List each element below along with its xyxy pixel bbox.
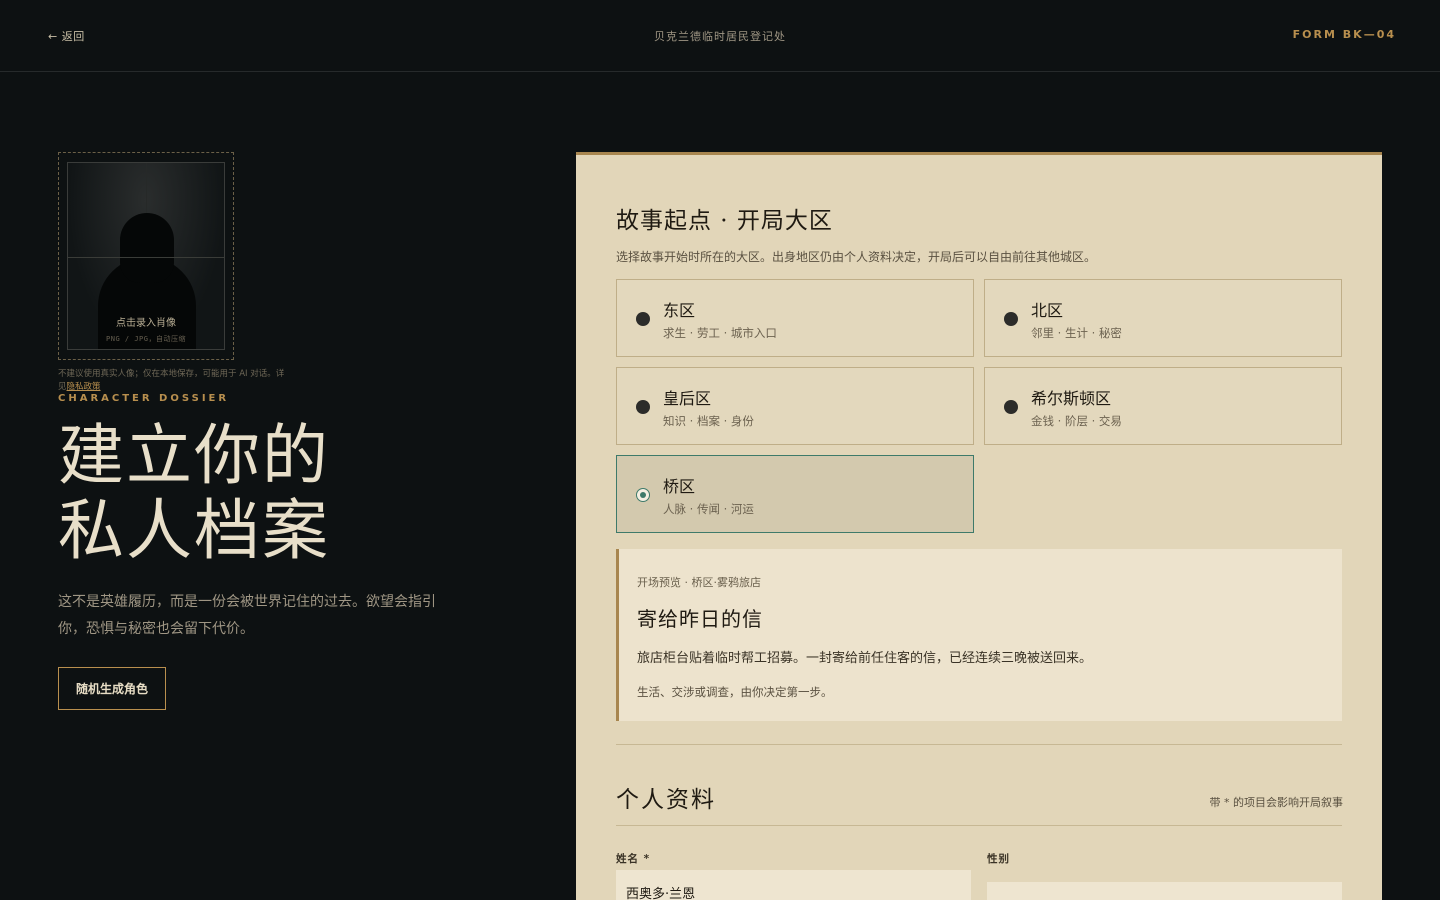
form-card: 故事起点 · 开局大区 选择故事开始时所在的大区。出身地区仍由个人资料决定，开局… [576,152,1382,900]
form-code: FORM BK—04 [1292,28,1396,41]
privacy-note: 不建议使用真实人像；仅在本地保存，可能用于 AI 对话。详见隐私政策 [58,368,290,394]
crop-guide-horizontal [68,257,224,258]
start-section-title: 故事起点 · 开局大区 [616,208,833,234]
page-title: 建立你的 私人档案 [58,418,478,568]
privacy-policy-link[interactable]: 隐私政策 [67,382,101,392]
district-name: 桥区 [663,477,696,496]
district-tags: 求生 · 劳工 · 城市入口 [663,326,777,340]
dossier-eyebrow: CHARACTER DOSSIER [58,393,230,404]
radio-icon[interactable] [1004,400,1018,414]
district-option-north[interactable]: 北区 邻里 · 生计 · 秘密 [984,279,1342,357]
top-bar: ← 返回 贝克兰德临时居民登记处 FORM BK—04 [0,0,1440,72]
gender-field-label: 性别 [987,853,1010,865]
district-name: 皇后区 [663,389,712,408]
random-character-button[interactable]: 随机生成角色 [58,667,166,710]
portrait-format-hint: PNG / JPG，自动压缩 [106,335,186,343]
district-option-hillston[interactable]: 希尔斯顿区 金钱 · 阶层 · 交易 [984,367,1342,445]
portrait-frame: 点击录入肖像 PNG / JPG，自动压缩 [67,162,225,350]
radio-selected-icon[interactable] [636,488,650,502]
district-name: 东区 [663,301,696,320]
district-tags: 邻里 · 生计 · 秘密 [1031,326,1122,340]
district-tags: 金钱 · 阶层 · 交易 [1031,414,1122,428]
page-title-line-1: 建立你的 [58,417,330,494]
district-tags: 知识 · 档案 · 身份 [663,414,754,428]
gender-input[interactable] [987,882,1342,900]
header-title: 贝克兰德临时居民登记处 [654,30,786,43]
district-option-bridge[interactable]: 桥区 人脉 · 传闻 · 河运 [616,455,974,533]
start-section-description: 选择故事开始时所在的大区。出身地区仍由个人资料决定，开局后可以自由前往其他城区。 [616,250,1097,264]
page-title-line-2: 私人档案 [58,492,330,569]
profile-required-note: 带 * 的项目会影响开局叙事 [1209,796,1344,809]
silhouette-icon [120,213,174,283]
name-field-label: 姓名 * [616,853,651,865]
district-option-east[interactable]: 东区 求生 · 劳工 · 城市入口 [616,279,974,357]
preview-title: 寄给昨日的信 [637,607,763,631]
profile-section-title: 个人资料 [616,787,716,813]
portrait-upload[interactable]: 点击录入肖像 PNG / JPG，自动压缩 [58,152,234,360]
name-input[interactable] [616,870,971,900]
preview-hint: 生活、交涉或调查，由你决定第一步。 [637,685,833,699]
district-name: 北区 [1031,301,1064,320]
opening-preview: 开场预览 · 桥区·雾鸦旅店 寄给昨日的信 旅店柜台贴着临时帮工招募。一封寄给前… [616,549,1342,721]
radio-icon[interactable] [636,400,650,414]
portrait-upload-label: 点击录入肖像 [116,318,176,329]
district-name: 希尔斯顿区 [1031,389,1112,408]
radio-icon[interactable] [636,312,650,326]
district-tags: 人脉 · 传闻 · 河运 [663,502,754,516]
section-divider [616,744,1342,745]
radio-icon[interactable] [1004,312,1018,326]
page-subtitle: 这不是英雄履历，而是一份会被世界记住的过去。欲望会指引你，恐惧与秘密也会留下代价… [58,594,436,637]
district-option-queens[interactable]: 皇后区 知识 · 档案 · 身份 [616,367,974,445]
preview-eyebrow: 开场预览 · 桥区·雾鸦旅店 [637,576,761,589]
preview-body: 旅店柜台贴着临时帮工招募。一封寄给前任住客的信，已经连续三晚被送回来。 [637,651,1093,666]
profile-divider [616,825,1342,826]
